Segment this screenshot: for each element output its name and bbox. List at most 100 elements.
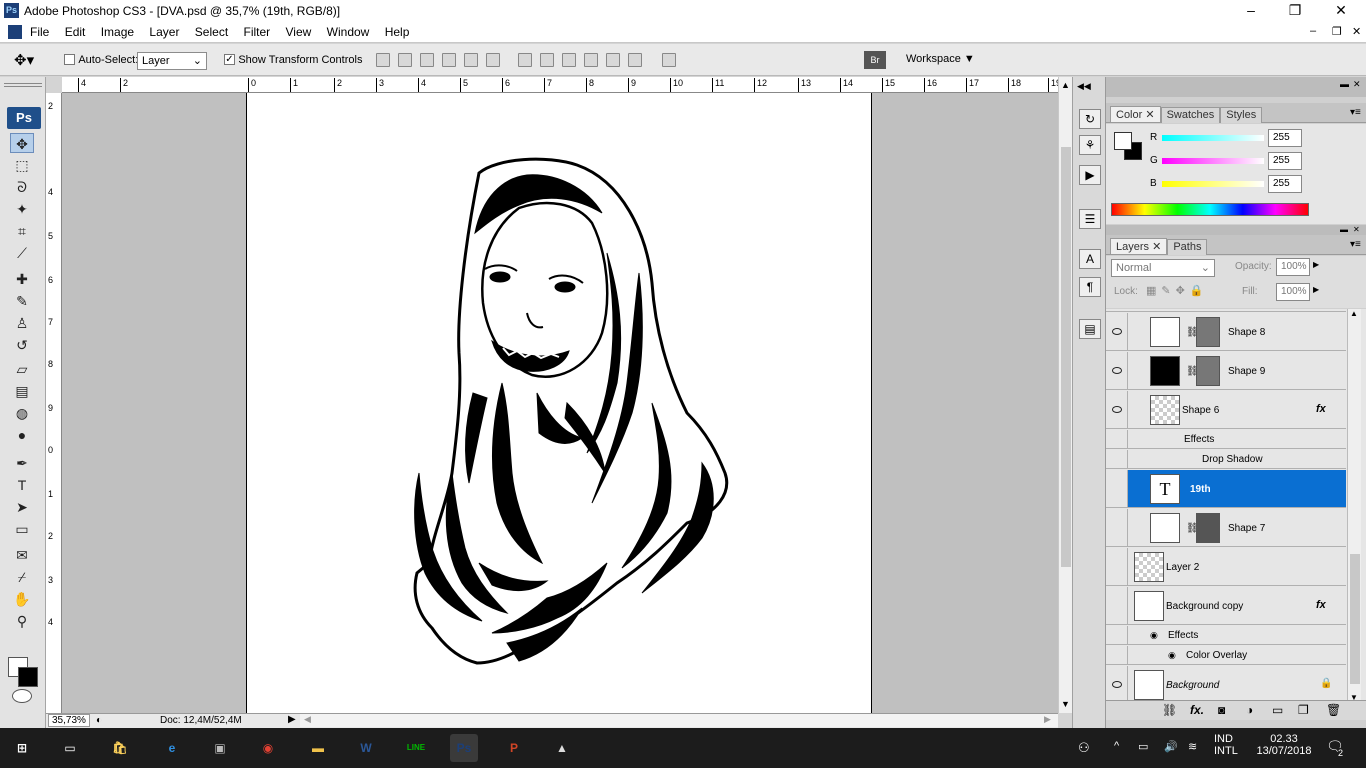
menu-filter[interactable]: Filter — [238, 22, 277, 39]
doc-minimize-button[interactable]: – — [1310, 25, 1316, 37]
channel-g-value[interactable]: 255 — [1268, 152, 1302, 170]
word-taskbar-icon[interactable]: W — [352, 734, 380, 762]
collapse-dock-icon[interactable]: ◀◀ — [1077, 81, 1091, 92]
magic-wand-icon[interactable]: ✦ — [10, 199, 34, 219]
fill-field[interactable]: 100% — [1276, 283, 1310, 301]
pen-tool-icon[interactable]: ✒ — [10, 453, 34, 473]
eyedropper-icon[interactable]: ⌿ — [10, 567, 34, 587]
visibility-toggle[interactable] — [1106, 509, 1128, 546]
clone-stamp-icon[interactable]: ♙ — [10, 313, 34, 333]
visibility-toggle[interactable] — [1106, 352, 1128, 389]
menu-help[interactable]: Help — [379, 22, 416, 39]
lock-icons[interactable]: ▦✎✥🔒 — [1146, 284, 1209, 297]
brushes-panel-icon[interactable]: ⚘ — [1079, 135, 1101, 155]
slice-tool-icon[interactable]: ⟋ — [10, 243, 34, 263]
brush-tool-icon[interactable]: ✎ — [10, 291, 34, 311]
add-mask-icon[interactable]: ◙ — [1218, 703, 1225, 717]
blur-tool-icon[interactable]: ◍ — [10, 403, 34, 423]
fx-icon[interactable]: fx — [1316, 403, 1326, 415]
distribute-right-icon[interactable] — [628, 53, 642, 67]
layers-menu-icon[interactable]: ▾≡ — [1350, 239, 1361, 250]
menu-window[interactable]: Window — [321, 22, 376, 39]
distribute-left-icon[interactable] — [584, 53, 598, 67]
layer-row[interactable]: ⛓ Shape 8 — [1106, 313, 1346, 351]
people-icon[interactable]: ⚇ — [1078, 740, 1090, 756]
scroll-right-icon[interactable]: ▶ — [1044, 714, 1051, 725]
history-panel-icon[interactable]: ↻ — [1079, 109, 1101, 129]
opacity-arrow-icon[interactable]: ▶ — [1313, 260, 1319, 269]
clock[interactable]: 02.33 13/07/2018 — [1256, 733, 1312, 757]
menu-image[interactable]: Image — [95, 22, 140, 39]
scroll-up-icon[interactable]: ▲ — [1350, 309, 1358, 318]
scroll-left-icon[interactable]: ◀ — [304, 714, 311, 725]
fx-icon[interactable]: fx — [1316, 599, 1326, 611]
effects-row[interactable]: ◉ Effects — [1106, 626, 1346, 645]
lasso-tool-icon[interactable]: ᘐ — [10, 177, 34, 197]
line-taskbar-icon[interactable]: LINE — [402, 734, 430, 762]
effects-row[interactable]: Effects — [1106, 430, 1346, 449]
tray-expand-icon[interactable]: ^ — [1114, 740, 1119, 752]
scroll-down-icon[interactable]: ▼ — [1061, 699, 1070, 709]
align-hcenter-icon[interactable] — [464, 53, 478, 67]
menu-select[interactable]: Select — [189, 22, 234, 39]
healing-brush-icon[interactable]: ✚ — [10, 269, 34, 289]
layers-scroll-thumb[interactable] — [1350, 554, 1360, 684]
visibility-toggle[interactable] — [1106, 646, 1128, 664]
align-right-icon[interactable] — [486, 53, 500, 67]
battery-icon[interactable]: ▭ — [1138, 740, 1148, 753]
canvas-area[interactable] — [62, 93, 1058, 713]
color-spectrum-bar[interactable] — [1111, 203, 1309, 216]
layers-close-icon[interactable]: ✕ — [1353, 225, 1360, 234]
status-menu-arrow-icon[interactable]: ▶ — [288, 714, 296, 725]
photos-taskbar-icon[interactable]: ▣ — [206, 734, 234, 762]
distribute-hcenter-icon[interactable] — [606, 53, 620, 67]
layer-row[interactable]: ⛓ Shape 7 — [1106, 509, 1346, 547]
layer-row-selected[interactable]: T 19th — [1106, 470, 1346, 508]
tab-paths[interactable]: Paths — [1167, 239, 1208, 255]
channel-g-slider[interactable] — [1162, 158, 1264, 164]
zoom-level-field[interactable]: 35,73% — [48, 714, 90, 727]
chrome-taskbar-icon[interactable]: ◉ — [254, 734, 282, 762]
layer-comps-icon[interactable]: ▤ — [1079, 319, 1101, 339]
background-color-swatch[interactable] — [18, 667, 38, 687]
fill-arrow-icon[interactable]: ▶ — [1313, 285, 1319, 294]
new-group-icon[interactable]: ▭ — [1272, 703, 1283, 717]
powerpoint-taskbar-icon[interactable]: P — [500, 734, 528, 762]
notes-tool-icon[interactable]: ✉ — [10, 545, 34, 565]
visibility-toggle[interactable] — [1106, 430, 1128, 448]
status-icon[interactable]: ◐ — [96, 715, 102, 726]
align-bottom-icon[interactable] — [420, 53, 434, 67]
panel-menu-icon[interactable]: ▾≡ — [1350, 107, 1361, 118]
language-indicator[interactable]: IND INTL — [1214, 733, 1238, 757]
panel-close-icon[interactable]: ✕ — [1353, 79, 1361, 90]
actions-panel-icon[interactable]: ▶ — [1079, 165, 1101, 185]
blend-mode-dropdown[interactable]: Normal ⌄ — [1111, 259, 1215, 277]
distribute-top-icon[interactable] — [518, 53, 532, 67]
zoom-tool-icon[interactable]: ⚲ — [10, 611, 34, 631]
visibility-toggle[interactable] — [1106, 548, 1128, 585]
align-top-icon[interactable] — [376, 53, 390, 67]
doc-restore-button[interactable]: ❐ — [1332, 25, 1342, 38]
opacity-field[interactable]: 100% — [1276, 258, 1310, 276]
show-transform-checkbox[interactable]: ✓ — [224, 54, 235, 66]
channel-b-value[interactable]: 255 — [1268, 175, 1302, 193]
layer-row[interactable]: ⛓ Shape 9 — [1106, 352, 1346, 390]
move-tool-preset-icon[interactable]: ✥▾ — [14, 51, 34, 69]
align-left-icon[interactable] — [442, 53, 456, 67]
marquee-tool-icon[interactable]: ⬚ — [10, 155, 34, 175]
shape-tool-icon[interactable]: ▭ — [10, 519, 34, 539]
paragraph-panel-icon[interactable]: ¶ — [1079, 277, 1101, 297]
file-explorer-taskbar-icon[interactable]: ▬ — [304, 734, 332, 762]
history-brush-icon[interactable]: ↺ — [10, 335, 34, 355]
toolbox-grip[interactable] — [4, 83, 42, 87]
hand-tool-icon[interactable]: ✋ — [10, 589, 34, 609]
layers-scrollbar[interactable]: ▲ ▼ — [1347, 309, 1361, 705]
new-layer-icon[interactable]: ❐ — [1298, 703, 1309, 717]
auto-select-dropdown[interactable]: Layer ⌄ — [137, 52, 207, 70]
layer-row[interactable]: Background copy fx — [1106, 587, 1346, 625]
maximize-button[interactable]: ❐ — [1272, 0, 1318, 22]
visibility-toggle[interactable] — [1106, 450, 1128, 468]
vertical-scroll-thumb[interactable] — [1061, 147, 1071, 567]
delete-layer-icon[interactable]: 🗑 — [1326, 703, 1341, 717]
wifi-icon[interactable]: ≋ — [1188, 740, 1197, 753]
